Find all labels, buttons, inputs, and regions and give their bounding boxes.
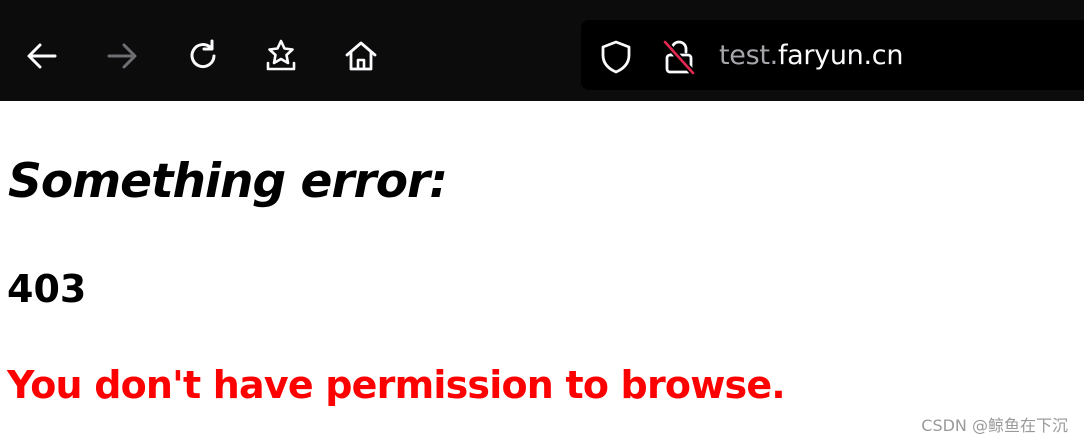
error-message: You don't have permission to browse.: [7, 363, 786, 407]
reload-icon: [190, 39, 216, 69]
home-icon: [345, 41, 377, 71]
url-domain: faryun.cn: [777, 40, 904, 71]
error-status-code: 403: [7, 267, 87, 311]
browser-toolbar: test.faryun.cn: [0, 0, 1084, 101]
watermark: CSDN @鲸鱼在下沉: [921, 416, 1068, 435]
bookmarks-button[interactable]: [259, 32, 303, 80]
shield-icon: [601, 40, 631, 74]
url-prefix: test.: [719, 40, 778, 71]
forward-button[interactable]: [100, 32, 144, 80]
arrow-right-icon: [107, 43, 137, 69]
url-text[interactable]: test.faryun.cn: [719, 38, 903, 74]
home-button[interactable]: [339, 32, 383, 80]
arrow-left-icon: [27, 43, 57, 69]
tracking-protection-button[interactable]: [596, 37, 636, 77]
star-tray-icon: [266, 39, 296, 71]
site-security-button[interactable]: [659, 37, 699, 77]
back-button[interactable]: [20, 32, 64, 80]
insecure-lock-icon: [662, 39, 696, 76]
error-heading: Something error:: [8, 154, 448, 209]
address-bar[interactable]: test.faryun.cn: [581, 20, 1084, 90]
reload-button[interactable]: [181, 32, 225, 80]
